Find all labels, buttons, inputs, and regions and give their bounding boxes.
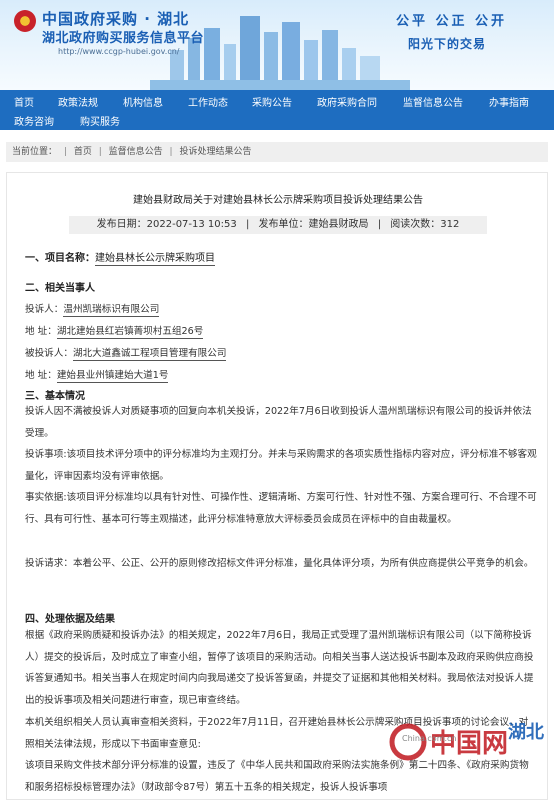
- site-url: http://www.ccgp-hubei.gov.cn/: [58, 47, 180, 56]
- section-heading: 一、项目名称：: [25, 253, 95, 264]
- respondent-line: 被投诉人：湖北大道鑫诚工程项目管理有限公司: [25, 345, 227, 361]
- nav-item-procurement-notices[interactable]: 采购公告: [252, 94, 292, 109]
- paragraph-complaint-items: 投诉事项:该项目技术评分项中的评分标准均为主观打分。并未与采购需求的各项实质性指…: [25, 449, 537, 482]
- nav-item-news[interactable]: 工作动态: [188, 94, 228, 109]
- publisher: 发布单位：建始县财政局: [258, 219, 369, 230]
- breadcrumb-prefix: 当前位置：: [12, 147, 58, 157]
- respondent-address: 建始县业州镇建始大道1号: [56, 370, 169, 383]
- publish-date: 发布日期：2022-07-13 10:53: [96, 219, 237, 230]
- paragraph-complaint-received: 投诉人因不满被投诉人对质疑事项的回复向本机关投诉，2022年7月6日收到投诉人温…: [25, 406, 532, 439]
- nav-item-services[interactable]: 购买服务: [80, 113, 120, 128]
- section-project-name: 一、项目名称：建始县林长公示牌采购项目: [25, 249, 215, 266]
- watermark-domain: China.com.cn: [402, 734, 457, 743]
- meta-separator: |: [377, 219, 382, 230]
- breadcrumb-separator: |: [63, 147, 67, 157]
- nav-item-policy[interactable]: 政策法规: [58, 94, 98, 109]
- section-basic-heading: 三、基本情况: [25, 391, 85, 402]
- nav-item-consult[interactable]: 政务咨询: [14, 113, 54, 128]
- breadcrumb: 当前位置： | 首页 | 监督信息公告 | 投诉处理结果公告: [6, 142, 548, 162]
- main-nav: 首页 政策法规 机构信息 工作动态 采购公告 政府采购合同 监督信息公告 办事指…: [0, 90, 554, 130]
- complainant-label: 投诉人：: [25, 304, 64, 315]
- nav-item-contracts[interactable]: 政府采购合同: [317, 94, 377, 109]
- project-name: 建始县林长公示牌采购项目: [95, 253, 215, 266]
- emblem-icon: [14, 10, 36, 32]
- paragraph-handling: 根据《政府采购质疑和投诉办法》的相关规定，2022年7月6日，我局正式受理了温州…: [25, 630, 534, 706]
- site-subtitle: 湖北政府购买服务信息平台: [42, 31, 205, 46]
- breadcrumb-home[interactable]: 首页: [74, 147, 92, 157]
- address-label: 地 址：: [25, 370, 57, 381]
- nav-item-home[interactable]: 首页: [14, 94, 34, 109]
- respondent-name: 湖北大道鑫诚工程项目管理有限公司: [72, 348, 227, 361]
- complainant-address: 湖北建始县红岩镇菁坝村五组26号: [56, 326, 204, 339]
- site-title: 中国政府采购 · 湖北: [42, 10, 190, 28]
- section-parties-heading: 二、相关当事人: [25, 283, 95, 294]
- paragraph-requests: 投诉请求：本着公平、公正、公开的原则修改招标文件评分标准，量化具体评分项，为所有…: [25, 558, 534, 569]
- complainant-line: 投诉人：温州凯瑞标识有限公司: [25, 301, 160, 317]
- breadcrumb-supervision[interactable]: 监督信息公告: [109, 147, 163, 157]
- nav-item-guide[interactable]: 办事指南: [489, 94, 529, 109]
- nav-item-supervision[interactable]: 监督信息公告: [403, 94, 463, 109]
- section-result-heading: 四、处理依据及结果: [25, 614, 115, 625]
- breadcrumb-separator: |: [98, 147, 102, 157]
- watermark-region: 湖北: [508, 722, 544, 743]
- meta-separator: |: [245, 219, 250, 230]
- article-panel: 建始县财政局关于对建始县林长公示牌采购项目投诉处理结果公告 发布日期：2022-…: [6, 172, 548, 800]
- slogan-fairness: 公平 公正 公开: [396, 14, 508, 29]
- view-count: 阅读次数：312: [390, 219, 460, 230]
- address-label: 地 址：: [25, 326, 57, 337]
- article-title: 建始县财政局关于对建始县林长公示牌采购项目投诉处理结果公告: [133, 195, 423, 206]
- respondent-address-line: 地 址：建始县业州镇建始大道1号: [25, 367, 169, 383]
- paragraph-facts: 事实依据:该项目评分标准均以具有针对性、可操作性、逻辑清晰、方案可行性、针对性不…: [25, 492, 537, 525]
- nav-item-institutions[interactable]: 机构信息: [123, 94, 163, 109]
- complainant-address-line: 地 址：湖北建始县红岩镇菁坝村五组26号: [25, 323, 204, 339]
- breadcrumb-current[interactable]: 投诉处理结果公告: [179, 147, 251, 157]
- respondent-label: 被投诉人：: [25, 348, 73, 359]
- slogan-sunshine: 阳光下的交易: [408, 37, 487, 51]
- article-meta: 发布日期：2022-07-13 10:53 | 发布单位：建始县财政局 | 阅读…: [69, 216, 487, 234]
- complainant-name: 温州凯瑞标识有限公司: [63, 304, 160, 317]
- header-banner: 中国政府采购 · 湖北 湖北政府购买服务信息平台 http://www.ccgp…: [0, 0, 554, 90]
- breadcrumb-separator: |: [169, 147, 173, 157]
